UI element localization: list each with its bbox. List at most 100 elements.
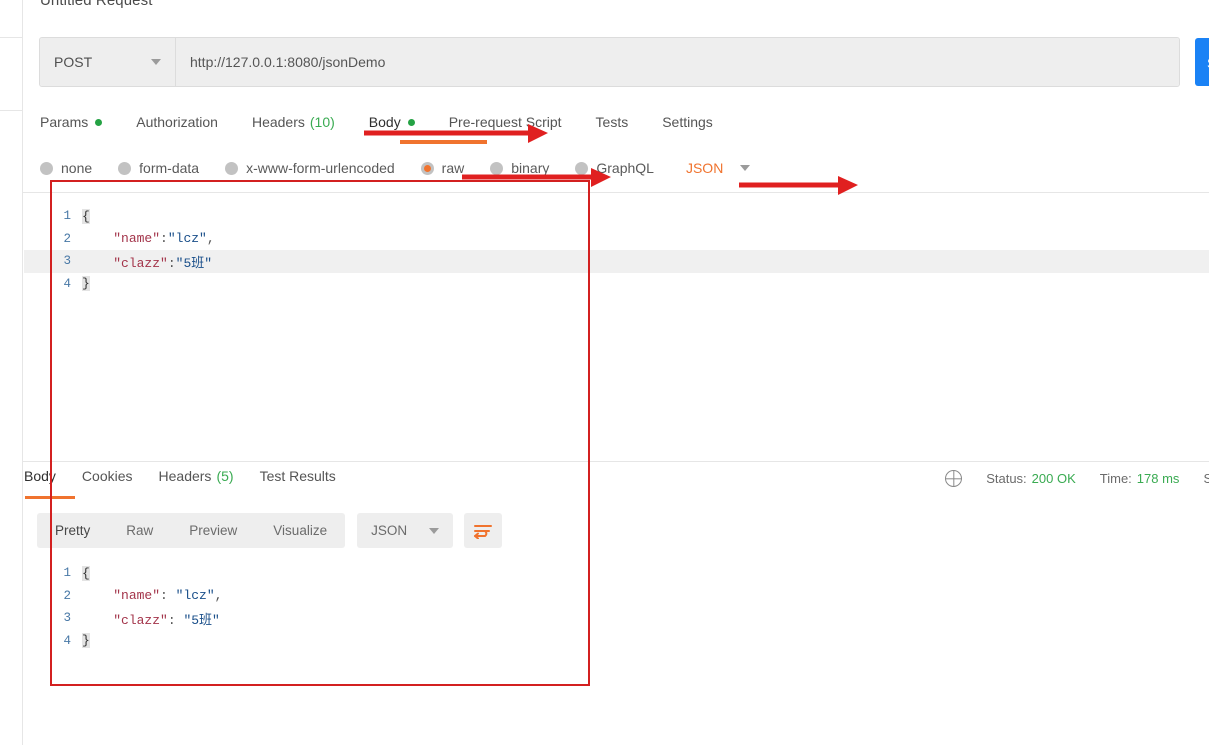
tab-count: (5) bbox=[216, 468, 234, 484]
code-text: } bbox=[82, 276, 90, 292]
body-type-x-www-form-urlencoded[interactable]: x-www-form-urlencoded bbox=[225, 160, 395, 176]
request-tab-bar: Params Authorization Headers (10) Body Pre-re… bbox=[40, 110, 747, 134]
send-button[interactable]: Send bbox=[1195, 38, 1209, 86]
code-line[interactable]: 2 "name": "lcz", bbox=[24, 585, 1209, 608]
code-token: "5班" bbox=[175, 255, 213, 271]
code-token: "lcz" bbox=[167, 231, 207, 247]
code-line[interactable]: 3 "clazz": "5班" bbox=[24, 607, 1209, 630]
response-view-pretty[interactable]: Pretty bbox=[37, 513, 108, 548]
response-view-raw[interactable]: Raw bbox=[108, 513, 171, 548]
response-content-type-label: JSON bbox=[371, 523, 408, 538]
code-text: "name": "lcz", bbox=[82, 588, 222, 603]
code-line[interactable]: 3 "clazz":"5班" bbox=[24, 250, 1209, 273]
tab-label: Params bbox=[40, 114, 89, 130]
code-token: : bbox=[167, 612, 184, 628]
line-number: 3 bbox=[63, 254, 71, 269]
code-line[interactable]: 4} bbox=[24, 630, 1209, 653]
code-text: "name":"lcz", bbox=[82, 231, 214, 247]
response-tab-test-results[interactable]: Test Results bbox=[260, 468, 336, 484]
divider-above-response bbox=[23, 461, 1209, 462]
status-badge: 200 OK bbox=[1031, 471, 1076, 486]
code-token: "5班" bbox=[183, 612, 220, 628]
body-type-GraphQL[interactable]: GraphQL bbox=[575, 160, 654, 176]
code-token: , bbox=[214, 588, 223, 604]
request-tab-body[interactable]: Body bbox=[369, 114, 415, 130]
chevron-down-icon bbox=[151, 59, 161, 65]
tab-label: Pre-request Script bbox=[448, 114, 562, 130]
code-token: : bbox=[167, 255, 176, 271]
raw-format-label: JSON bbox=[685, 160, 724, 176]
response-toolbar: Pretty Raw Preview Visualize JSON bbox=[37, 513, 503, 548]
response-tab-bar: Body Cookies Headers (5) Test Results bbox=[24, 468, 362, 484]
chevron-down-icon bbox=[740, 165, 751, 171]
code-token: "lcz" bbox=[175, 588, 215, 604]
line-number: 4 bbox=[63, 276, 71, 291]
chevron-down-icon bbox=[429, 527, 440, 534]
url-input[interactable]: http://127.0.0.1:8080/jsonDemo bbox=[176, 38, 1179, 86]
request-tab-headers[interactable]: Headers (10) bbox=[252, 114, 335, 130]
code-token: "name" bbox=[113, 231, 161, 247]
active-response-tab-underline bbox=[25, 496, 75, 499]
tab-count: (10) bbox=[309, 114, 335, 130]
postman-window: Untitled Request POST http://127.0.0.1:8… bbox=[0, 0, 1209, 745]
body-type-raw[interactable]: raw bbox=[420, 160, 464, 176]
response-status-bar: Status: 200 OK Time: 178 ms Si bbox=[937, 470, 1209, 487]
tab-label: Headers bbox=[251, 114, 305, 130]
line-number: 3 bbox=[63, 611, 71, 626]
raw-format-dropdown[interactable]: JSON bbox=[685, 160, 751, 176]
request-tab-authorization[interactable]: Authorization bbox=[136, 114, 218, 130]
line-number: 2 bbox=[63, 231, 71, 246]
request-tab-pre-request-script[interactable]: Pre-request Script bbox=[449, 114, 562, 130]
response-content-type-dropdown[interactable]: JSON bbox=[357, 513, 454, 548]
time-value: 178 ms bbox=[1136, 471, 1180, 486]
code-text: { bbox=[82, 208, 90, 224]
code-line[interactable]: 4} bbox=[24, 273, 1209, 296]
code-line[interactable]: 1{ bbox=[24, 562, 1209, 585]
code-line[interactable]: 1{ bbox=[24, 205, 1209, 228]
radio-icon bbox=[490, 161, 504, 175]
body-type-binary[interactable]: binary bbox=[490, 160, 549, 176]
response-view-preview[interactable]: Preview bbox=[171, 513, 255, 548]
request-tab-params[interactable]: Params bbox=[40, 114, 103, 130]
request-tab-tests[interactable]: Tests bbox=[596, 114, 629, 130]
body-type-form-data[interactable]: form-data bbox=[118, 160, 199, 176]
wrap-text-icon bbox=[474, 524, 493, 539]
url-bar: POST http://127.0.0.1:8080/jsonDemo bbox=[39, 37, 1180, 87]
response-tab-headers[interactable]: Headers (5) bbox=[159, 468, 234, 484]
http-method-dropdown[interactable]: POST bbox=[40, 38, 176, 86]
code-token: { bbox=[82, 565, 90, 581]
code-token: } bbox=[82, 633, 90, 649]
code-token: } bbox=[82, 276, 90, 292]
code-text: "clazz":"5班" bbox=[82, 252, 212, 271]
request-tab-settings[interactable]: Settings bbox=[662, 114, 713, 130]
response-tab-cookies[interactable]: Cookies bbox=[82, 468, 133, 484]
body-type-none[interactable]: none bbox=[40, 160, 92, 176]
tab-label: Settings bbox=[662, 114, 713, 130]
body-type-label: x-www-form-urlencoded bbox=[246, 160, 395, 176]
line-number: 4 bbox=[63, 633, 71, 648]
wrap-text-button[interactable] bbox=[464, 513, 503, 548]
tab-label: Authorization bbox=[136, 114, 218, 130]
body-type-label: none bbox=[61, 160, 93, 176]
response-view-visualize[interactable]: Visualize bbox=[255, 513, 345, 548]
response-body-viewer[interactable]: 1{2 "name": "lcz", 3 "clazz": "5班" 4} bbox=[24, 562, 1209, 652]
code-token: : bbox=[160, 231, 168, 247]
code-token: { bbox=[82, 208, 90, 224]
response-tab-body[interactable]: Body bbox=[24, 468, 56, 484]
code-line[interactable]: 2 "name":"lcz", bbox=[24, 228, 1209, 251]
request-body-editor[interactable]: 1{2 "name":"lcz", 3 "clazz":"5班" 4} bbox=[24, 205, 1209, 295]
tab-label: Body bbox=[24, 468, 56, 484]
size-label: Si bbox=[1203, 471, 1209, 486]
response-view-mode-group: Pretty Raw Preview Visualize bbox=[37, 513, 346, 548]
request-title: Untitled Request bbox=[40, 0, 153, 9]
body-type-label: form-data bbox=[139, 160, 200, 176]
radio-icon bbox=[420, 161, 434, 175]
globe-icon bbox=[945, 470, 963, 487]
modified-dot-icon bbox=[95, 118, 103, 126]
body-type-radio-group: none form-data x-www-form-urlencoded raw bin… bbox=[40, 157, 751, 179]
tab-label: Headers bbox=[158, 468, 212, 484]
annotation-arrow-json-format bbox=[739, 176, 858, 195]
